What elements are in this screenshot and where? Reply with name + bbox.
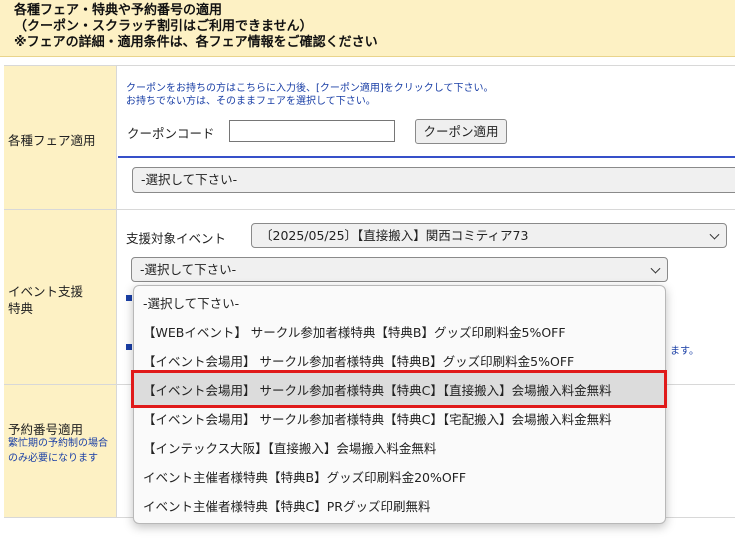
bullet-icon — [126, 344, 132, 350]
partial-note-text: ます。 — [670, 346, 699, 357]
selection-highlight-box — [131, 370, 667, 408]
notice-line-2: （クーポン・スクラッチ割引はご利用できません） — [14, 19, 313, 34]
chevron-down-icon — [709, 229, 720, 240]
fair-select-value: -選択して下さい- — [141, 172, 238, 187]
dropdown-option[interactable]: イベント主催者様特典【特典B】グッズ印刷料金20%OFF — [143, 467, 466, 486]
fair-select[interactable]: -選択して下さい- — [132, 167, 735, 193]
fair-label: 各種フェア適用 — [8, 133, 96, 148]
coupon-note-2: お持ちでない方は、そのままフェアを選択して下さい。 — [126, 96, 376, 107]
reservation-sub-note: 繁忙期の予約制の場合のみ必要になります — [8, 438, 108, 464]
coupon-apply-button[interactable]: クーポン適用 — [415, 119, 507, 144]
bullet-icon — [126, 295, 132, 301]
coupon-code-label: クーポンコード — [127, 126, 215, 141]
coupon-code-input[interactable] — [229, 120, 395, 142]
row-divider — [4, 209, 735, 210]
coupon-instructions: クーポンをお持ちの方はこちらに入力後、[クーポン適用]をクリックして下さい。 お… — [126, 82, 494, 108]
dropdown-option[interactable]: 【イベント会場用】 サークル参加者様特典【特典B】グッズ印刷料金5%OFF — [143, 351, 574, 370]
dropdown-option[interactable]: 【イベント会場用】 サークル参加者様特典【特典C】【宅配搬入】会場搬入料金無料 — [143, 409, 612, 428]
event-benefit-select[interactable]: -選択して下さい- — [131, 257, 668, 282]
target-event-value: 〔2025/05/25〕【直接搬入】関西コミティア73 — [260, 228, 529, 243]
fair-divider-line — [118, 156, 735, 158]
target-event-select[interactable]: 〔2025/05/25〕【直接搬入】関西コミティア73 — [251, 223, 727, 248]
chevron-down-icon — [650, 263, 661, 274]
dropdown-option[interactable]: 【インテックス大阪】【直接搬入】会場搬入料金無料 — [143, 438, 436, 457]
dropdown-option[interactable]: -選択して下さい- — [143, 293, 239, 312]
notice-line-3: ※フェアの詳細・適用条件は、各フェア情報をご確認ください — [14, 35, 378, 50]
dropdown-option[interactable]: 【WEBイベント】 サークル参加者様特典【特典B】グッズ印刷料金5%OFF — [143, 322, 566, 341]
target-event-label: 支援対象イベント — [126, 231, 227, 246]
event-label-line-2: 特典 — [8, 301, 34, 316]
coupon-note-1: クーポンをお持ちの方はこちらに入力後、[クーポン適用]をクリックして下さい。 — [126, 83, 494, 94]
notice-banner: 各種フェア・特典や予約番号の適用 （クーポン・スクラッチ割引はご利用できません）… — [0, 0, 735, 57]
dropdown-option[interactable]: イベント主催者様特典【特典C】PRグッズ印刷無料 — [143, 496, 430, 515]
event-benefit-select-value: -選択して下さい- — [140, 262, 237, 277]
notice-line-1: 各種フェア・特典や予約番号の適用 — [14, 3, 223, 18]
